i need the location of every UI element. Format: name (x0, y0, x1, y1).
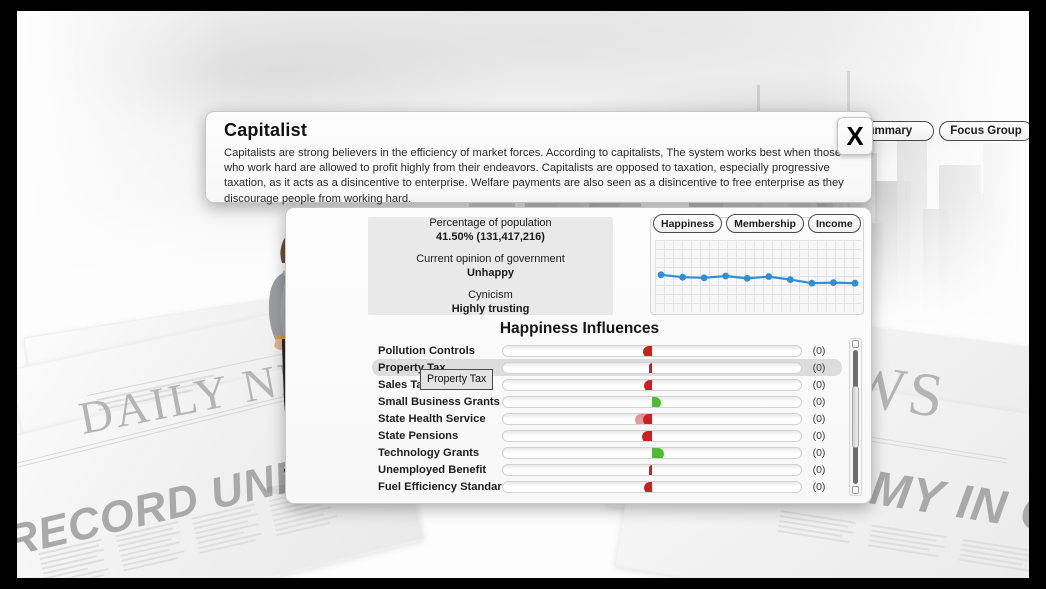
influence-marker (649, 362, 652, 373)
influence-bar[interactable] (502, 412, 802, 425)
population-stat: Percentage of population 41.50% (131,417… (429, 216, 551, 244)
influence-row[interactable]: State Health Service (0) (372, 410, 842, 427)
population-label: Percentage of population (429, 217, 552, 229)
tooltip: Property Tax (420, 369, 494, 390)
influence-name: Unemployed Benefit (378, 463, 487, 476)
scrollbar-thumb[interactable] (852, 386, 859, 448)
influence-bar[interactable] (502, 446, 802, 459)
influence-row[interactable]: Small Business Grants (0) (372, 393, 842, 410)
focus-group-button[interactable]: Focus Group (939, 121, 1029, 141)
influence-value: (0) (812, 463, 826, 476)
influence-value: (0) (812, 429, 826, 442)
influence-value: (0) (812, 344, 826, 357)
opinion-label: Current opinion of government (416, 253, 565, 265)
influence-value: (0) (812, 412, 826, 425)
close-button[interactable]: X (837, 117, 873, 155)
influence-value: (0) (812, 395, 826, 408)
party-info-window: Capitalist Capitalists are strong believ… (205, 111, 1029, 205)
influence-marker (644, 481, 652, 492)
cynicism-stat: Cynicism Highly trusting (452, 288, 530, 316)
party-title: Capitalist (224, 120, 308, 140)
influence-bar[interactable] (502, 361, 802, 374)
influence-marker (643, 413, 652, 424)
influences-scrollbar[interactable] (849, 338, 862, 496)
influence-row[interactable]: Technology Grants (0) (372, 444, 842, 461)
influence-name: Fuel Efficiency Standards (378, 480, 502, 493)
skyline-fade-left (17, 11, 227, 341)
scrollbar-up-cap[interactable] (852, 340, 859, 348)
influence-bar[interactable] (502, 395, 802, 408)
influence-bar[interactable] (502, 378, 802, 391)
influence-row[interactable]: State Pensions (0) (372, 427, 842, 444)
graph-plot (655, 240, 861, 312)
influence-bar[interactable] (502, 480, 802, 493)
game-viewport: DAILY NEWS RECORD UNEMPLOYMENT! WS ECONO… (17, 11, 1029, 578)
screen: DAILY NEWS RECORD UNEMPLOYMENT! WS ECONO… (0, 0, 1046, 589)
influence-marker (644, 379, 652, 390)
cynicism-label: Cynicism (468, 289, 513, 301)
graph-tab-happiness[interactable]: Happiness (653, 214, 723, 233)
influence-marker (652, 396, 661, 407)
graph-tab-income[interactable]: Income (807, 214, 861, 233)
party-detail-window: Percentage of population 41.50% (131,417… (285, 207, 872, 504)
cynicism-value: Highly trusting (451, 303, 530, 315)
influence-name: Small Business Grants (378, 395, 500, 408)
influence-marker (643, 345, 652, 356)
opinion-stat: Current opinion of government Unhappy (416, 252, 565, 280)
influence-marker (652, 447, 664, 458)
influence-bar[interactable] (502, 429, 802, 442)
influence-value: (0) (812, 361, 826, 374)
influence-row[interactable]: Fuel Efficiency Standards (0) (372, 478, 842, 494)
influence-row[interactable]: Pollution Controls (0) (372, 342, 842, 359)
influence-value: (0) (812, 480, 826, 493)
stats-panel: Percentage of population 41.50% (131,417… (368, 217, 613, 315)
scrollbar-down-cap[interactable] (852, 486, 859, 494)
influence-row[interactable]: Unemployed Benefit (0) (372, 461, 842, 478)
influence-value: (0) (812, 446, 826, 459)
influence-name: State Health Service (378, 412, 486, 425)
party-description: Capitalists are strong believers in the … (224, 147, 844, 205)
population-value: 41.50% (131,417,216) (436, 231, 545, 243)
influence-value: (0) (812, 378, 826, 391)
influence-marker (642, 430, 652, 441)
opinion-value: Unhappy (466, 267, 515, 279)
influence-bar[interactable] (502, 344, 802, 357)
influences-title: Happiness Influences (499, 320, 660, 337)
influence-bar[interactable] (502, 463, 802, 476)
influence-name: State Pensions (378, 429, 459, 442)
influences-list: Pollution Controls (0) Property Tax (0) Sale… (372, 342, 842, 494)
graph-panel: Happiness Membership Income (650, 214, 865, 315)
graph-tabs: Happiness Membership Income (651, 214, 865, 233)
happiness-line-chart (657, 271, 859, 287)
influence-name: Pollution Controls (378, 344, 475, 357)
influence-name: Technology Grants (378, 446, 480, 459)
graph-tab-membership[interactable]: Membership (726, 214, 804, 233)
influence-marker (649, 464, 652, 475)
